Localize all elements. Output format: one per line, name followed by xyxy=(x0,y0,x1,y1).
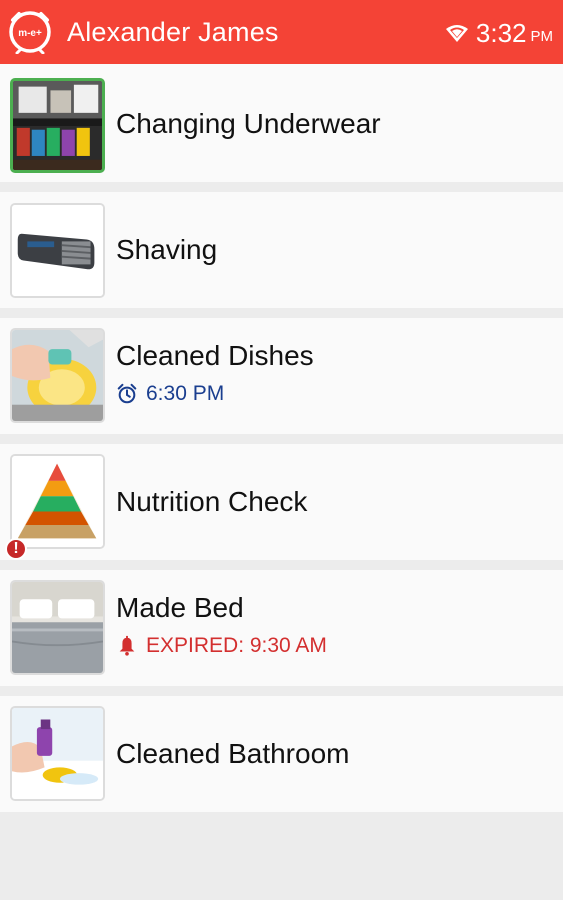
alarm-clock-icon xyxy=(117,383,137,404)
divider xyxy=(0,434,563,444)
dish-washing-image xyxy=(10,328,105,423)
divider xyxy=(0,182,563,192)
task-title: Cleaned Dishes xyxy=(116,340,314,371)
task-row-made-bed[interactable]: Made Bed EXPIRED: 9:30 AM xyxy=(0,570,563,696)
food-pyramid-image xyxy=(10,454,105,549)
task-row-shaving[interactable]: Shaving xyxy=(0,192,563,318)
clock-time: 3:32 xyxy=(475,18,527,48)
svg-text:m-e+: m-e+ xyxy=(18,28,42,39)
clock-ampm: PM xyxy=(530,28,554,45)
electric-shaver-image xyxy=(10,203,105,298)
divider xyxy=(0,560,563,570)
task-title: Made Bed xyxy=(116,592,244,623)
task-row-nutrition-check[interactable]: ! Nutrition Check xyxy=(0,444,563,570)
task-row-cleaned-bathroom[interactable]: Cleaned Bathroom xyxy=(0,696,563,812)
wifi-icon xyxy=(445,24,468,42)
user-name-title: Alexander James xyxy=(67,17,279,47)
task-row-cleaned-dishes[interactable]: Cleaned Dishes 6:30 PM xyxy=(0,318,563,444)
made-bed-image xyxy=(10,580,105,675)
task-subtitle: EXPIRED: 9:30 AM xyxy=(146,634,327,657)
task-due-time: 6:30 PM xyxy=(116,382,224,406)
alert-badge: ! xyxy=(5,538,27,560)
bell-alert-icon xyxy=(119,635,135,656)
app-screen: m-e+ Alexander James 3:32 PM Changing Un… xyxy=(0,0,563,900)
task-subtitle: 6:30 PM xyxy=(146,382,225,405)
top-app-bar: m-e+ Alexander James 3:32 PM xyxy=(0,0,563,64)
task-title: Shaving xyxy=(116,234,218,265)
task-row-changing-underwear[interactable]: Changing Underwear xyxy=(0,64,563,192)
task-title: Changing Underwear xyxy=(116,108,381,139)
status-area: 3:32 PM xyxy=(445,18,554,49)
app-logo-icon[interactable]: m-e+ xyxy=(7,8,53,55)
task-title: Cleaned Bathroom xyxy=(116,738,350,769)
underwear-drawer-image xyxy=(10,78,105,173)
task-title: Nutrition Check xyxy=(116,486,308,517)
divider xyxy=(0,308,563,318)
divider xyxy=(0,686,563,696)
bathroom-cleaning-image xyxy=(10,706,105,801)
task-expired-time: EXPIRED: 9:30 AM xyxy=(116,634,327,658)
